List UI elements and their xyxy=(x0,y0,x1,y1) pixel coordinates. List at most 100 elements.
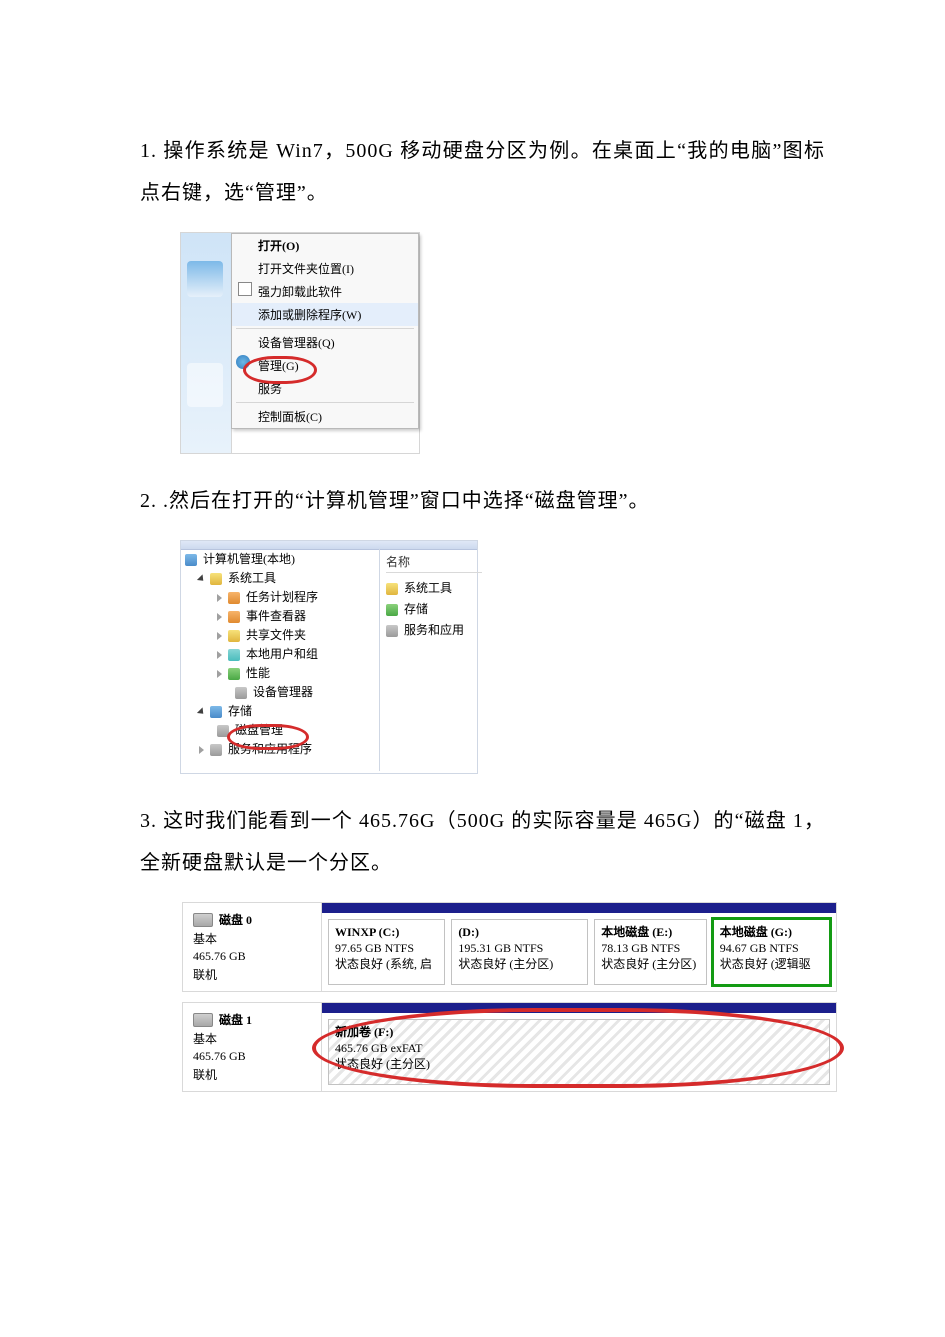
disk0-type: 基本 xyxy=(193,930,311,947)
tools-icon xyxy=(386,583,398,595)
right-svc-label: 服务和应用 xyxy=(404,623,464,637)
disk-management-figure: 磁盘 0 基本 465.76 GB 联机 WINXP (C:) 97.65 GB… xyxy=(182,902,837,1092)
tree-diskmgr-label: 磁盘管理 xyxy=(235,723,283,737)
right-storage-label: 存储 xyxy=(404,602,428,616)
menu-open-folder[interactable]: 打开文件夹位置(I) xyxy=(232,257,418,280)
p2-state: 状态良好 (主分区) xyxy=(458,956,581,972)
p3-title: 本地磁盘 (E:) xyxy=(601,924,699,940)
storage-icon xyxy=(386,604,398,616)
disk1-body: 新加卷 (F:) 465.76 GB exFAT 状态良好 (主分区) xyxy=(322,1003,836,1091)
tree-users-label: 本地用户和组 xyxy=(246,647,318,661)
step1-text: 1. 操作系统是 Win7，500G 移动硬盘分区为例。在桌面上“我的电脑”图标… xyxy=(140,130,825,214)
tree-disk-management[interactable]: 磁盘管理 xyxy=(181,720,379,739)
disk0-size: 465.76 GB xyxy=(193,949,311,964)
menu-open[interactable]: 打开(O) xyxy=(232,234,418,257)
menu-manage[interactable]: 管理(G) xyxy=(232,354,418,377)
device-icon xyxy=(235,687,247,699)
menu-add-remove[interactable]: 添加或删除程序(W) xyxy=(232,303,418,326)
p1-title: WINXP (C:) xyxy=(335,924,438,940)
menu-uninstall-label: 强力卸载此软件 xyxy=(258,285,342,299)
users-icon xyxy=(228,649,240,661)
tree-svc-label: 服务和应用程序 xyxy=(228,742,312,756)
computer-management-figure: 计算机管理(本地) 系统工具 任务计划程序 事件查看器 xyxy=(180,540,478,774)
disk0-state: 联机 xyxy=(193,966,311,983)
p1-size: 97.65 GB NTFS xyxy=(335,940,438,956)
tree-root-label: 计算机管理(本地) xyxy=(203,552,295,566)
globe-icon xyxy=(236,355,250,369)
disk1-type: 基本 xyxy=(193,1030,311,1047)
partition-e[interactable]: 本地磁盘 (E:) 78.13 GB NTFS 状态良好 (主分区) xyxy=(594,919,706,985)
log-icon xyxy=(228,611,240,623)
mgmt-tree: 计算机管理(本地) 系统工具 任务计划程序 事件查看器 xyxy=(181,549,380,771)
right-item-services[interactable]: 服务和应用 xyxy=(386,619,482,640)
step2-text: 2. .然后在打开的“计算机管理”窗口中选择“磁盘管理”。 xyxy=(140,480,825,522)
p2-title: (D:) xyxy=(458,924,581,940)
tree-device-manager[interactable]: 设备管理器 xyxy=(181,682,379,701)
my-computer-icon xyxy=(187,261,223,297)
right-item-storage[interactable]: 存储 xyxy=(386,598,482,619)
disk0-body: WINXP (C:) 97.65 GB NTFS 状态良好 (系统, 启 (D:… xyxy=(322,903,836,991)
disk1-side: 磁盘 1 基本 465.76 GB 联机 xyxy=(183,1003,322,1091)
disk1-title: 磁盘 1 xyxy=(219,1011,252,1028)
menu-separator xyxy=(236,328,414,329)
tree-share-label: 共享文件夹 xyxy=(246,628,306,642)
right-item-systools[interactable]: 系统工具 xyxy=(386,577,482,598)
menu-device-manager[interactable]: 设备管理器(Q) xyxy=(232,331,418,354)
p4-size: 94.67 GB NTFS xyxy=(720,940,823,956)
perf-icon xyxy=(228,668,240,680)
computer-icon xyxy=(185,554,197,566)
expand-icon xyxy=(217,632,222,640)
partition-f[interactable]: 新加卷 (F:) 465.76 GB exFAT 状态良好 (主分区) xyxy=(328,1019,830,1085)
tree-storage-label: 存储 xyxy=(228,704,252,718)
menu-control-panel[interactable]: 控制面板(C) xyxy=(232,405,418,428)
disk0-header: 磁盘 0 xyxy=(193,911,311,928)
partition-d[interactable]: (D:) 195.31 GB NTFS 状态良好 (主分区) xyxy=(451,919,588,985)
tree-system-tools[interactable]: 系统工具 xyxy=(181,568,379,587)
services-icon xyxy=(210,744,222,756)
disk0-side: 磁盘 0 基本 465.76 GB 联机 xyxy=(183,903,322,991)
tree-root[interactable]: 计算机管理(本地) xyxy=(181,549,379,568)
tree-local-users[interactable]: 本地用户和组 xyxy=(181,644,379,663)
step3-text: 3. 这时我们能看到一个 465.76G（500G 的实际容量是 465G）的“… xyxy=(140,800,825,884)
disk0-title: 磁盘 0 xyxy=(219,911,252,928)
tree-event-viewer[interactable]: 事件查看器 xyxy=(181,606,379,625)
expand-icon xyxy=(197,575,206,584)
tree-task-scheduler[interactable]: 任务计划程序 xyxy=(181,587,379,606)
partition-g[interactable]: 本地磁盘 (G:) 94.67 GB NTFS 状态良好 (逻辑驱 xyxy=(713,919,830,985)
tree-perf-label: 性能 xyxy=(246,666,270,680)
tools-icon xyxy=(210,573,222,585)
clock-icon xyxy=(228,592,240,604)
tree-devmgr-label: 设备管理器 xyxy=(253,685,313,699)
disk-icon xyxy=(217,725,229,737)
p4-state: 状态良好 (逻辑驱 xyxy=(720,956,823,972)
expand-icon xyxy=(217,613,222,621)
desktop-icon xyxy=(187,363,223,407)
column-name: 名称 xyxy=(386,553,482,573)
p3-state: 状态良好 (主分区) xyxy=(601,956,699,972)
expand-icon xyxy=(199,746,204,754)
mgmt-right-pane: 名称 系统工具 存储 服务和应用 xyxy=(380,549,488,644)
menu-service[interactable]: 服务 xyxy=(232,377,418,400)
context-menu-figure: 打开(O) 打开文件夹位置(I) 强力卸载此软件 添加或删除程序(W) 设备管理… xyxy=(180,232,420,454)
partition-c[interactable]: WINXP (C:) 97.65 GB NTFS 状态良好 (系统, 启 xyxy=(328,919,445,985)
storage-icon xyxy=(210,706,222,718)
disk1-state: 联机 xyxy=(193,1066,311,1083)
disk0-strip xyxy=(322,903,836,913)
tree-event-label: 事件查看器 xyxy=(246,609,306,623)
expand-icon xyxy=(217,670,222,678)
pf-size: 465.76 GB exFAT xyxy=(335,1040,823,1056)
disk1-size: 465.76 GB xyxy=(193,1049,311,1064)
tree-services-apps[interactable]: 服务和应用程序 xyxy=(181,739,379,758)
p4-title: 本地磁盘 (G:) xyxy=(720,924,823,940)
disk1-header: 磁盘 1 xyxy=(193,1011,311,1028)
p2-size: 195.31 GB NTFS xyxy=(458,940,581,956)
expand-icon xyxy=(197,708,206,717)
expand-icon xyxy=(217,594,222,602)
menu-separator xyxy=(236,402,414,403)
tree-performance[interactable]: 性能 xyxy=(181,663,379,682)
tree-shared-folders[interactable]: 共享文件夹 xyxy=(181,625,379,644)
menu-uninstall[interactable]: 强力卸载此软件 xyxy=(232,280,418,303)
services-icon xyxy=(386,625,398,637)
tree-storage[interactable]: 存储 xyxy=(181,701,379,720)
folder-icon xyxy=(228,630,240,642)
